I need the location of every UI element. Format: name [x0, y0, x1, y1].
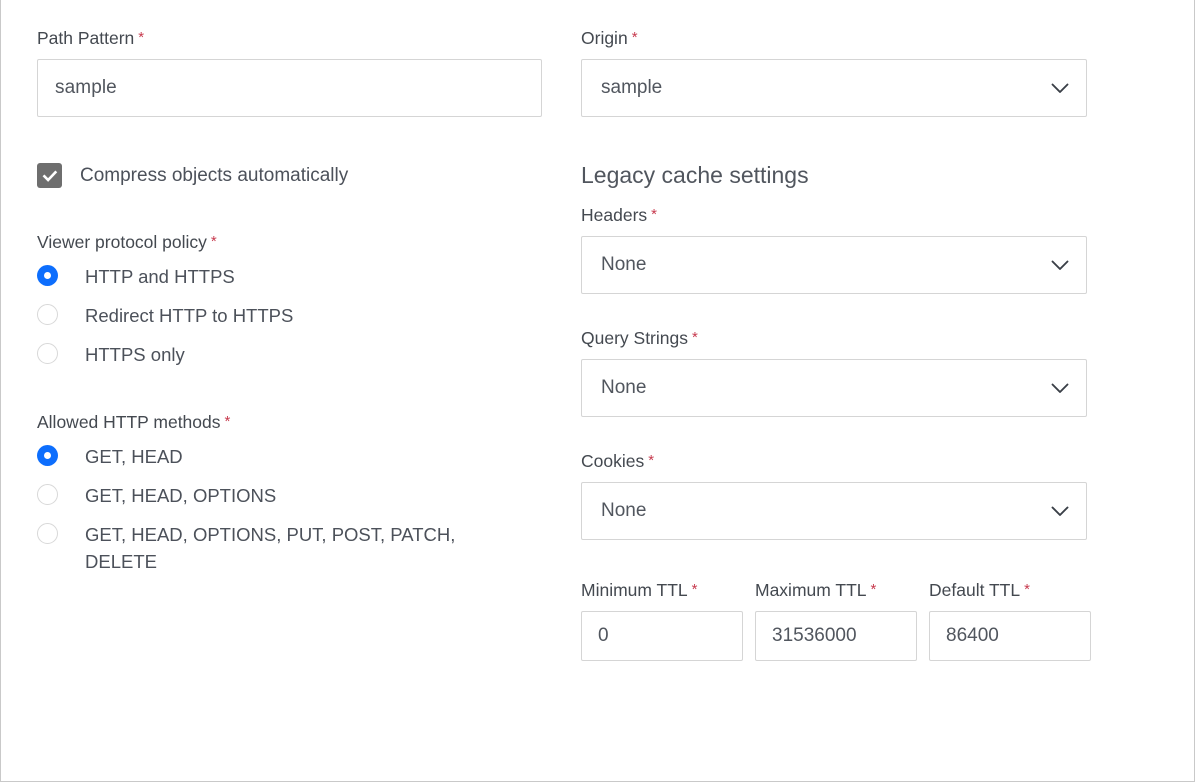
form-columns: Path Pattern * sample Compress objects au… — [1, 0, 1194, 781]
minimum-ttl-group: Minimum TTL * 0 — [581, 580, 743, 661]
viewer-protocol-policy-label-text: Viewer protocol policy — [37, 232, 207, 252]
minimum-ttl-input[interactable]: 0 — [581, 611, 743, 661]
query-strings-label: Query Strings * — [581, 328, 1101, 350]
chevron-down-icon[interactable] — [1051, 506, 1069, 517]
query-strings-label-text: Query Strings — [581, 328, 688, 348]
radio-label: GET, HEAD, OPTIONS — [85, 485, 277, 506]
radio-icon-unselected[interactable] — [37, 484, 58, 505]
required-asterisk: * — [1024, 581, 1030, 598]
path-pattern-value: sample — [55, 77, 117, 98]
allowed-http-methods-label: Allowed HTTP methods * — [37, 412, 541, 434]
minimum-ttl-label: Minimum TTL * — [581, 580, 743, 602]
required-asterisk: * — [651, 206, 657, 223]
required-asterisk: * — [631, 29, 638, 46]
radio-icon-selected[interactable] — [37, 265, 58, 286]
chevron-down-icon[interactable] — [1051, 260, 1069, 271]
allowed-http-methods-radios: GET, HEAD GET, HEAD, OPTIONS GET, HEAD, … — [37, 443, 541, 575]
cookies-label-text: Cookies — [581, 451, 645, 471]
minimum-ttl-label-text: Minimum TTL — [581, 580, 688, 600]
radio-label: GET, HEAD, OPTIONS, PUT, POST, PATCH, DE… — [85, 524, 456, 572]
maximum-ttl-group: Maximum TTL * 31536000 — [755, 580, 917, 661]
radio-icon-unselected[interactable] — [37, 343, 58, 364]
radio-icon-unselected[interactable] — [37, 304, 58, 325]
radio-option-get-head-options-put-post-patch-delete[interactable]: GET, HEAD, OPTIONS, PUT, POST, PATCH, DE… — [37, 521, 541, 575]
required-asterisk: * — [224, 413, 231, 430]
maximum-ttl-label: Maximum TTL * — [755, 580, 917, 602]
radio-option-http-and-https[interactable]: HTTP and HTTPS — [37, 263, 541, 290]
path-pattern-label-text: Path Pattern — [37, 28, 135, 48]
default-ttl-value: 86400 — [946, 625, 999, 646]
headers-selected-value: None — [601, 254, 647, 275]
radio-label: GET, HEAD — [85, 446, 183, 467]
viewer-protocol-policy-label: Viewer protocol policy * — [37, 232, 541, 254]
compress-objects-row[interactable]: Compress objects automatically — [37, 163, 541, 188]
cache-behavior-form: Path Pattern * sample Compress objects au… — [0, 0, 1195, 782]
radio-option-https-only[interactable]: HTTPS only — [37, 341, 541, 368]
legacy-cache-settings-heading: Legacy cache settings — [581, 162, 809, 188]
origin-label: Origin * — [581, 28, 1101, 50]
compress-objects-label: Compress objects automatically — [80, 164, 349, 186]
radio-label: HTTPS only — [85, 344, 185, 365]
radio-icon-selected[interactable] — [37, 445, 58, 466]
legacy-cache-settings-section: Legacy cache settings Headers * None Que… — [581, 161, 1101, 661]
headers-group: Headers * None — [581, 205, 1101, 294]
default-ttl-label: Default TTL * — [929, 580, 1091, 602]
required-asterisk: * — [691, 581, 698, 598]
radio-icon-unselected[interactable] — [37, 523, 58, 544]
maximum-ttl-value: 31536000 — [772, 625, 857, 646]
radio-option-get-head-options[interactable]: GET, HEAD, OPTIONS — [37, 482, 541, 509]
origin-label-text: Origin — [581, 28, 628, 48]
headers-label: Headers * — [581, 205, 1101, 227]
left-column: Path Pattern * sample Compress objects au… — [1, 0, 542, 781]
required-asterisk: * — [138, 29, 145, 46]
default-ttl-group: Default TTL * 86400 — [929, 580, 1091, 661]
chevron-down-icon[interactable] — [1051, 83, 1069, 94]
minimum-ttl-value: 0 — [598, 625, 609, 646]
maximum-ttl-input[interactable]: 31536000 — [755, 611, 917, 661]
query-strings-group: Query Strings * None — [581, 328, 1101, 417]
viewer-protocol-policy-radios: HTTP and HTTPS Redirect HTTP to HTTPS HT… — [37, 263, 541, 368]
check-icon[interactable] — [37, 163, 62, 188]
right-column: Origin * sample Legacy cache settings Hea… — [541, 0, 1101, 781]
ttl-row: Minimum TTL * 0 Maximum TTL * 31536000 D… — [581, 580, 1101, 661]
headers-select[interactable]: None — [581, 236, 1087, 294]
required-asterisk: * — [870, 581, 877, 598]
path-pattern-label: Path Pattern * — [37, 28, 541, 50]
radio-option-get-head[interactable]: GET, HEAD — [37, 443, 541, 470]
default-ttl-input[interactable]: 86400 — [929, 611, 1091, 661]
maximum-ttl-label-text: Maximum TTL — [755, 580, 867, 600]
cookies-group: Cookies * None — [581, 451, 1101, 540]
origin-select[interactable]: sample — [581, 59, 1087, 117]
origin-selected-value: sample — [601, 77, 663, 98]
required-asterisk: * — [210, 233, 217, 250]
headers-label-text: Headers — [581, 205, 648, 225]
required-asterisk: * — [691, 329, 698, 346]
radio-label: HTTP and HTTPS — [85, 266, 235, 287]
path-pattern-input[interactable]: sample — [37, 59, 542, 117]
cookies-select[interactable]: None — [581, 482, 1087, 540]
chevron-down-icon[interactable] — [1051, 383, 1069, 394]
allowed-http-methods-label-text: Allowed HTTP methods — [37, 412, 221, 432]
cookies-selected-value: None — [601, 500, 647, 521]
radio-option-redirect-http-to-https[interactable]: Redirect HTTP to HTTPS — [37, 302, 541, 329]
default-ttl-label-text: Default TTL — [929, 580, 1021, 600]
query-strings-select[interactable]: None — [581, 359, 1087, 417]
cookies-label: Cookies * — [581, 451, 1101, 473]
query-strings-selected-value: None — [601, 377, 647, 398]
radio-label: Redirect HTTP to HTTPS — [85, 305, 294, 326]
allowed-http-methods-group: Allowed HTTP methods * GET, HEAD GET, HEA… — [37, 412, 541, 575]
required-asterisk: * — [648, 452, 655, 469]
viewer-protocol-policy-group: Viewer protocol policy * HTTP and HTTPS R… — [37, 232, 541, 368]
